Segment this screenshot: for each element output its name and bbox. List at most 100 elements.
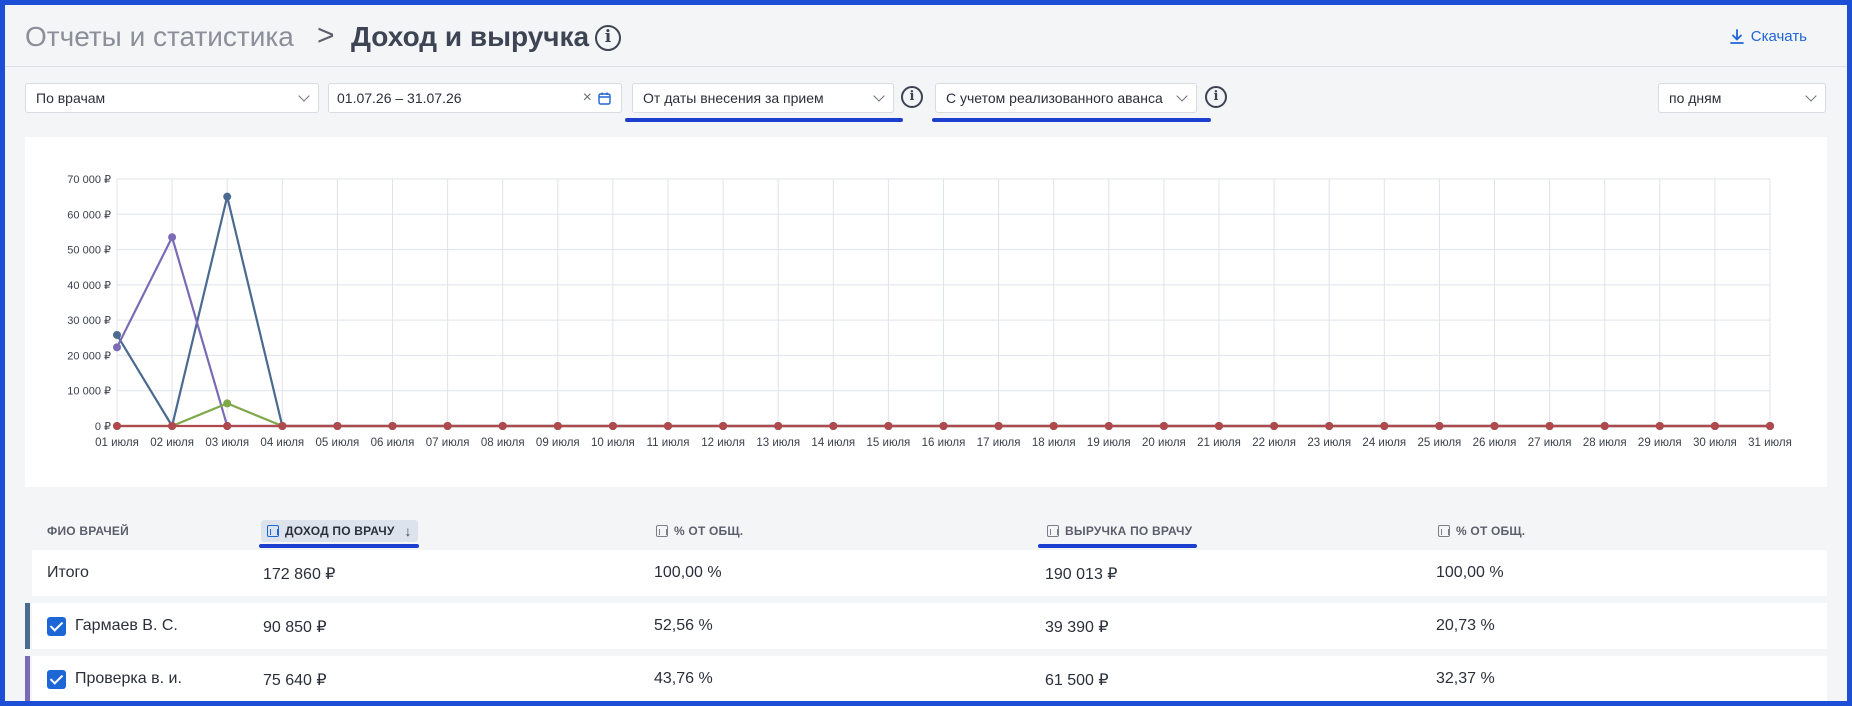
x-tick-label: 30 июля: [1693, 437, 1737, 449]
download-label: Скачать: [1750, 28, 1807, 45]
x-tick-label: 09 июля: [536, 437, 580, 449]
data-point: [113, 343, 121, 352]
page-title: Доход и выручка: [351, 21, 590, 52]
chevron-down-icon: [873, 90, 885, 102]
x-tick-label: 25 июля: [1418, 437, 1462, 449]
data-point: [1655, 422, 1664, 430]
advance-mode-highlight: [932, 118, 1211, 122]
y-tick-label: 60 000 ₽: [67, 209, 111, 221]
calendar-icon[interactable]: [598, 92, 611, 105]
chart-toggle-icon[interactable]: [1047, 525, 1059, 537]
data-point: [774, 422, 783, 430]
date-mode-select[interactable]: От даты внесения за прием: [632, 83, 894, 113]
data-point: [1104, 422, 1113, 430]
data-point: [553, 422, 562, 430]
col-header-doctor[interactable]: ФИО ВРАЧЕЙ: [47, 524, 129, 538]
table-row[interactable]: Гармаев В. С. 90 850 ₽ 52,56 % 39 390 ₽ …: [25, 603, 1827, 649]
data-point: [829, 422, 838, 430]
total-income-pct: 100,00 %: [654, 564, 722, 581]
total-label: Итого: [47, 564, 89, 581]
data-point: [1710, 422, 1719, 430]
x-tick-label: 06 июля: [371, 437, 415, 449]
data-point: [1545, 422, 1554, 430]
doctor-income-pct: 43,76 %: [654, 670, 713, 687]
advance-mode-select[interactable]: С учетом реализованного аванса: [935, 83, 1197, 113]
chart-toggle-icon[interactable]: [267, 525, 279, 537]
col-header-revenue-pct-label: % ОТ ОБЩ.: [1456, 524, 1526, 538]
data-point: [1049, 422, 1058, 430]
x-tick-label: 16 июля: [922, 437, 966, 449]
data-point: [1766, 422, 1774, 430]
breadcrumb-parent[interactable]: Отчеты и статистика: [25, 21, 294, 53]
chart-toggle-icon[interactable]: [1438, 525, 1450, 537]
data-point: [223, 399, 232, 408]
advance-mode-info-icon[interactable]: i: [1205, 86, 1227, 108]
clear-icon[interactable]: ×: [583, 89, 592, 107]
data-point: [223, 192, 232, 201]
x-tick-label: 20 июля: [1142, 437, 1186, 449]
chart-toggle-icon[interactable]: [656, 525, 668, 537]
data-point: [1490, 422, 1499, 430]
table-row-total: Итого 172 860 ₽ 100,00 % 190 013 ₽ 100,0…: [32, 550, 1827, 596]
x-tick-label: 12 июля: [701, 437, 745, 449]
row-checkbox[interactable]: [47, 617, 66, 636]
period-value: по дням: [1669, 90, 1722, 106]
breadcrumb-separator: >: [317, 19, 335, 52]
col-header-income-pct[interactable]: % ОТ ОБЩ.: [656, 524, 743, 538]
group-by-select[interactable]: По врачам: [25, 83, 319, 113]
period-select[interactable]: по дням: [1658, 83, 1826, 113]
data-point: [1270, 422, 1279, 430]
date-range-input[interactable]: 01.07.26 – 31.07.26 ×: [328, 83, 622, 113]
doctor-name: Проверка в. и.: [75, 670, 182, 687]
y-tick-label: 70 000 ₽: [67, 174, 111, 186]
doctor-revenue: 39 390 ₽: [1045, 619, 1109, 636]
x-tick-label: 01 июля: [95, 437, 139, 449]
x-tick-label: 02 июля: [150, 437, 194, 449]
data-point: [113, 422, 121, 430]
data-point: [1325, 422, 1334, 430]
x-tick-label: 26 июля: [1473, 437, 1517, 449]
data-point: [498, 422, 507, 430]
x-tick-label: 31 июля: [1748, 437, 1792, 449]
data-point: [168, 422, 177, 430]
x-tick-label: 07 июля: [426, 437, 470, 449]
doctor-income: 90 850 ₽: [263, 619, 327, 636]
date-mode-value: От даты внесения за прием: [643, 90, 824, 106]
col-header-income-label: ДОХОД ПО ВРАЧУ: [285, 524, 395, 538]
data-point: [608, 422, 617, 430]
x-tick-label: 11 июля: [647, 437, 690, 449]
data-point: [884, 422, 893, 430]
income-header-highlight: [259, 544, 419, 548]
y-tick-label: 0 ₽: [95, 421, 111, 433]
data-point: [994, 422, 1003, 430]
data-point: [333, 422, 342, 430]
download-button[interactable]: Скачать: [1729, 28, 1807, 45]
data-point: [664, 422, 672, 430]
x-tick-label: 18 июля: [1032, 437, 1076, 449]
date-mode-info-icon[interactable]: i: [901, 86, 923, 108]
sort-down-icon[interactable]: ↓: [405, 523, 412, 539]
col-header-revenue-pct[interactable]: % ОТ ОБЩ.: [1438, 524, 1525, 538]
x-tick-label: 29 июля: [1638, 437, 1682, 449]
series-color-bar: [25, 603, 30, 649]
data-point: [1159, 422, 1168, 430]
col-header-income[interactable]: ДОХОД ПО ВРАЧУ ↓: [261, 520, 418, 542]
data-point: [1215, 422, 1223, 430]
x-tick-label: 15 июля: [867, 437, 911, 449]
col-header-doctor-label: ФИО ВРАЧЕЙ: [47, 524, 129, 538]
doctor-name: Гармаев В. С.: [75, 617, 178, 634]
income-line-chart: 0 ₽ 10 000 ₽ 20 000 ₽ 30 000 ₽ 40 000 ₽ 50 00…: [67, 174, 1792, 449]
doctor-income-pct: 52,56 %: [654, 617, 713, 634]
chevron-down-icon: [298, 90, 310, 102]
table-row[interactable]: Проверка в. и. 75 640 ₽ 43,76 % 61 500 ₽…: [25, 656, 1827, 702]
row-checkbox[interactable]: [47, 670, 66, 689]
y-tick-label: 30 000 ₽: [67, 315, 111, 327]
x-tick-label: 17 июля: [977, 437, 1021, 449]
info-icon[interactable]: i: [595, 25, 621, 51]
doctor-revenue: 61 500 ₽: [1045, 672, 1109, 689]
x-tick-label: 22 июля: [1252, 437, 1296, 449]
y-tick-label: 40 000 ₽: [67, 280, 111, 292]
doctor-income: 75 640 ₽: [263, 672, 327, 689]
col-header-revenue[interactable]: ВЫРУЧКА ПО ВРАЧУ: [1047, 524, 1192, 538]
data-point: [443, 422, 452, 430]
